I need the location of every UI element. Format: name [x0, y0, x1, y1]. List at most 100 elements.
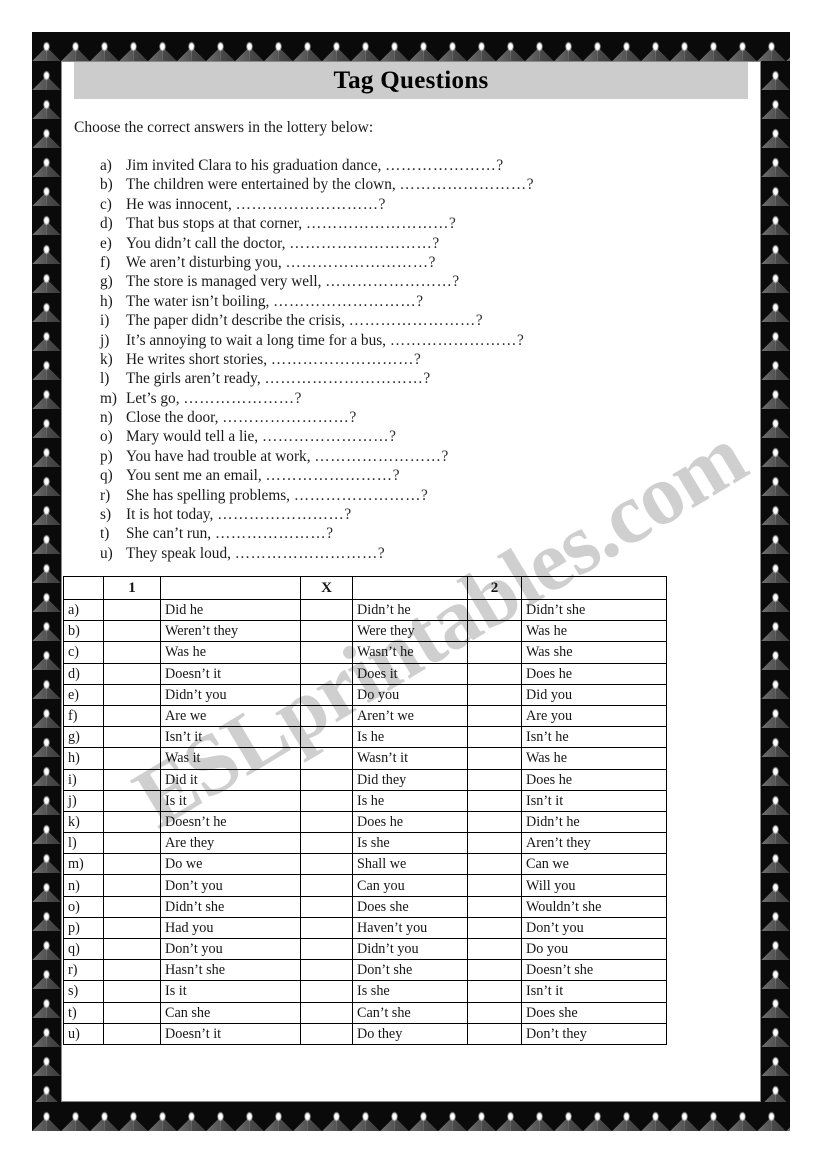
- answer-box-x[interactable]: [300, 916, 353, 940]
- answer-box-2[interactable]: [467, 874, 522, 897]
- answer-box-2[interactable]: [467, 704, 522, 728]
- question-answer-blank[interactable]: ……………………?: [222, 409, 357, 427]
- answer-box-1[interactable]: [103, 726, 161, 749]
- option-1-text: Do we: [160, 853, 301, 876]
- question-answer-blank[interactable]: ………………………?: [235, 545, 385, 563]
- answer-box-1[interactable]: [103, 641, 161, 664]
- answer-box-2[interactable]: [467, 641, 522, 664]
- answer-box-x[interactable]: [300, 641, 353, 664]
- option-2-text: Don’t she: [352, 959, 468, 982]
- answer-box-x[interactable]: [300, 895, 353, 918]
- question-answer-blank[interactable]: …………………………?: [264, 370, 430, 388]
- question-answer-blank[interactable]: ……………………?: [325, 273, 460, 291]
- answer-box-2[interactable]: [467, 980, 522, 1003]
- answer-box-1[interactable]: [103, 620, 161, 643]
- question-answer-blank[interactable]: ………………………?: [289, 235, 439, 253]
- answer-box-1[interactable]: [103, 853, 161, 876]
- answer-box-x[interactable]: [300, 937, 353, 961]
- question-answer-blank[interactable]: ……………………?: [262, 428, 397, 446]
- answer-box-1[interactable]: [103, 789, 161, 812]
- answer-box-x[interactable]: [300, 662, 353, 685]
- answer-box-x[interactable]: [300, 768, 353, 791]
- answer-box-2[interactable]: [467, 1001, 522, 1024]
- answer-box-1[interactable]: [103, 768, 161, 791]
- question-answer-blank[interactable]: ………………………?: [286, 254, 436, 272]
- question-answer-blank[interactable]: ………………………?: [236, 196, 386, 214]
- question-answer-blank[interactable]: ……………………?: [400, 176, 535, 194]
- table-row: o) Didn’t she Does she Wouldn’t she: [63, 895, 667, 918]
- answer-box-2[interactable]: [467, 916, 522, 940]
- answer-box-1[interactable]: [103, 937, 161, 961]
- answer-box-2[interactable]: [467, 662, 522, 685]
- answer-box-2[interactable]: [467, 726, 522, 749]
- answer-box-2[interactable]: [467, 747, 522, 770]
- answer-box-x[interactable]: [300, 980, 353, 1003]
- answer-box-1[interactable]: [103, 662, 161, 685]
- border-band-bottom: [32, 1102, 790, 1131]
- question-answer-blank[interactable]: ………………………?: [306, 215, 456, 233]
- option-1-text: Doesn’t it: [160, 1022, 301, 1045]
- answer-box-2[interactable]: [467, 832, 522, 855]
- option-1-text: Did he: [160, 598, 301, 622]
- answer-box-x[interactable]: [300, 810, 353, 834]
- question-answer-blank[interactable]: ……………………?: [314, 448, 449, 466]
- answer-box-1[interactable]: [103, 980, 161, 1003]
- answer-box-x[interactable]: [300, 789, 353, 812]
- question-answer-blank[interactable]: ……………………?: [217, 506, 352, 524]
- answer-box-2[interactable]: [467, 768, 522, 791]
- answer-box-2[interactable]: [467, 598, 522, 622]
- answer-box-x[interactable]: [300, 747, 353, 770]
- question-answer-blank[interactable]: ………………………?: [271, 351, 421, 369]
- question-letter: d): [100, 215, 113, 233]
- answer-box-1[interactable]: [103, 683, 161, 706]
- answer-box-2[interactable]: [467, 620, 522, 643]
- question-letter: b): [100, 176, 113, 194]
- answer-box-1[interactable]: [103, 1001, 161, 1024]
- answer-box-2[interactable]: [467, 937, 522, 961]
- question-text: We aren’t disturbing you,: [126, 253, 282, 271]
- answer-box-2[interactable]: [467, 810, 522, 834]
- answer-box-1[interactable]: [103, 874, 161, 897]
- answer-box-x[interactable]: [300, 1022, 353, 1045]
- answer-box-x[interactable]: [300, 832, 353, 855]
- answer-box-1[interactable]: [103, 598, 161, 622]
- answer-box-1[interactable]: [103, 1022, 161, 1045]
- answer-box-1[interactable]: [103, 704, 161, 728]
- question-row: p) You have had trouble at work, ………………………: [100, 448, 740, 467]
- answer-box-x[interactable]: [300, 853, 353, 876]
- answer-box-x[interactable]: [300, 726, 353, 749]
- answer-box-x[interactable]: [300, 620, 353, 643]
- option-3-text: Was he: [521, 747, 667, 770]
- answer-box-1[interactable]: [103, 959, 161, 982]
- question-answer-blank[interactable]: ……………………?: [390, 332, 525, 350]
- question-answer-blank[interactable]: …………………?: [183, 390, 302, 408]
- answer-box-x[interactable]: [300, 874, 353, 897]
- question-answer-blank[interactable]: …………………?: [215, 525, 334, 543]
- option-2-text: Does he: [352, 810, 468, 834]
- question-row: e) You didn’t call the doctor, ………………………?: [100, 235, 740, 254]
- answer-box-2[interactable]: [467, 789, 522, 812]
- question-answer-blank[interactable]: ……………………?: [266, 467, 401, 485]
- answer-box-2[interactable]: [467, 853, 522, 876]
- lottery-answer-table: 1 X 2 a) Did he Didn’t he Didn’t she b) Weren…: [63, 576, 667, 1045]
- answer-box-1[interactable]: [103, 832, 161, 855]
- answer-box-x[interactable]: [300, 959, 353, 982]
- answer-box-2[interactable]: [467, 895, 522, 918]
- question-answer-blank[interactable]: ……………………?: [349, 312, 484, 330]
- answer-box-2[interactable]: [467, 1022, 522, 1045]
- question-answer-blank[interactable]: ………………………?: [273, 293, 423, 311]
- answer-box-1[interactable]: [103, 747, 161, 770]
- answer-box-x[interactable]: [300, 704, 353, 728]
- answer-box-x[interactable]: [300, 598, 353, 622]
- question-answer-blank[interactable]: …………………?: [385, 157, 504, 175]
- answer-box-1[interactable]: [103, 810, 161, 834]
- option-1-text: Didn’t you: [160, 683, 301, 706]
- question-answer-blank[interactable]: ……………………?: [294, 487, 429, 505]
- answer-box-x[interactable]: [300, 683, 353, 706]
- answer-box-x[interactable]: [300, 1001, 353, 1024]
- answer-box-1[interactable]: [103, 895, 161, 918]
- answer-box-1[interactable]: [103, 916, 161, 940]
- page-title: Tag Questions: [333, 66, 489, 94]
- answer-box-2[interactable]: [467, 959, 522, 982]
- answer-box-2[interactable]: [467, 683, 522, 706]
